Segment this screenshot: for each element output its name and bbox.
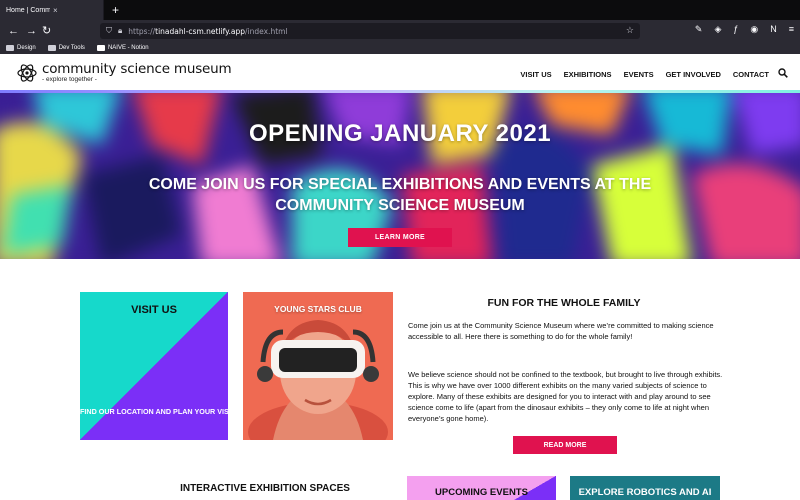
back-icon[interactable]: ← <box>8 24 19 38</box>
read-more-button[interactable]: READ MORE <box>513 436 617 454</box>
menu-icon[interactable]: ≡ <box>789 24 794 35</box>
young-stars-club-card[interactable]: YOUNG STARS CLUB <box>243 292 393 440</box>
forward-icon[interactable]: → <box>26 24 37 38</box>
bookmarks-bar: Design Dev Tools NAIVE - Notion <box>0 42 800 54</box>
hero-banner: OPENING JANUARY 2021 COME JOIN US FOR SP… <box>0 93 800 259</box>
extension-icon[interactable]: ◉ <box>750 24 758 35</box>
robotics-ai-label: EXPLORE ROBOTICS AND AI <box>578 487 712 498</box>
logo-tagline: - explore together - <box>42 76 97 83</box>
shield-icon[interactable]: ⛉ <box>106 26 112 36</box>
browser-tab-bar: Home | Community Science Museum × + <box>0 0 800 20</box>
folder-icon <box>47 45 56 51</box>
nav-visit-us[interactable]: VISIT US <box>520 70 551 79</box>
visit-us-card[interactable]: VISIT US FIND OUR LOCATION AND PLAN YOUR… <box>80 292 236 440</box>
main-nav: VISIT US EXHIBITIONS EVENTS GET INVOLVED… <box>520 70 769 79</box>
notion-icon[interactable]: N <box>770 24 777 35</box>
lock-icon[interactable]: 🔒︎ <box>118 26 122 36</box>
site-header: community science museum - explore toget… <box>0 54 800 92</box>
function-icon[interactable]: ƒ <box>733 24 738 35</box>
browser-toolbar: ← → ↻ ⛉ 🔒︎ https://tinadahl-csm.netlify.… <box>0 20 800 42</box>
about-paragraph-2: We believe science should not be confine… <box>408 370 723 423</box>
upcoming-events-label: UPCOMING EVENTS <box>435 487 528 498</box>
tab-close-icon[interactable]: × <box>53 6 97 15</box>
bookmark-design[interactable]: Design <box>6 45 36 51</box>
fun-section-title: FUN FOR THE WHOLE FAMILY <box>487 297 641 309</box>
site-logo[interactable]: community science museum - explore toget… <box>17 61 232 84</box>
notion-icon <box>96 45 105 51</box>
interactive-spaces-title: INTERACTIVE EXHIBITION SPACES <box>180 483 350 494</box>
bookmark-star-icon[interactable]: ☆ <box>626 25 634 36</box>
bookmark-dev-tools[interactable]: Dev Tools <box>47 45 85 51</box>
browser-tab[interactable]: Home | Community Science Museum × <box>0 0 104 20</box>
logo-title: community science museum <box>42 61 232 77</box>
nav-get-involved[interactable]: GET INVOLVED <box>666 70 721 79</box>
reload-icon[interactable]: ↻ <box>42 24 51 38</box>
vr-headset-photo <box>243 292 393 440</box>
url-bar[interactable]: ⛉ 🔒︎ https://tinadahl-csm.netlify.app/in… <box>100 23 640 39</box>
extension-icon[interactable]: ✎ <box>695 24 703 35</box>
nav-events[interactable]: EVENTS <box>624 70 654 79</box>
robotics-ai-card[interactable]: EXPLORE ROBOTICS AND AI <box>570 476 720 500</box>
search-icon[interactable] <box>778 68 788 78</box>
new-tab-button[interactable]: + <box>112 2 119 18</box>
young-stars-club-title: YOUNG STARS CLUB <box>274 304 362 314</box>
visit-us-card-title: VISIT US <box>131 304 177 316</box>
logo-text: community science museum - explore toget… <box>42 61 232 84</box>
shield-icon[interactable]: ◈ <box>714 24 721 35</box>
nav-contact[interactable]: CONTACT <box>733 70 769 79</box>
url-text: https://tinadahl-csm.netlify.app/index.h… <box>128 26 288 36</box>
nav-exhibitions[interactable]: EXHIBITIONS <box>564 70 612 79</box>
toolbar-icons: ✎ ◈ ƒ ◉ N ≡ <box>695 24 794 35</box>
tab-title: Home | Community Science Museum <box>6 6 50 14</box>
hero-title: OPENING JANUARY 2021 <box>248 120 552 147</box>
about-paragraph-1: Come join us at the Community Science Mu… <box>408 321 714 341</box>
bookmark-notion[interactable]: NAIVE - Notion <box>96 45 149 51</box>
learn-more-button[interactable]: LEARN MORE <box>348 228 452 247</box>
visit-us-card-subtitle: FIND OUR LOCATION AND PLAN YOUR VISIT <box>80 407 236 416</box>
upcoming-events-card[interactable]: UPCOMING EVENTS <box>407 476 556 500</box>
hero-subtitle: COME JOIN US FOR SPECIAL EXHIBITIONS AND… <box>148 176 652 214</box>
atom-logo-icon <box>17 64 37 82</box>
folder-icon <box>6 45 14 51</box>
